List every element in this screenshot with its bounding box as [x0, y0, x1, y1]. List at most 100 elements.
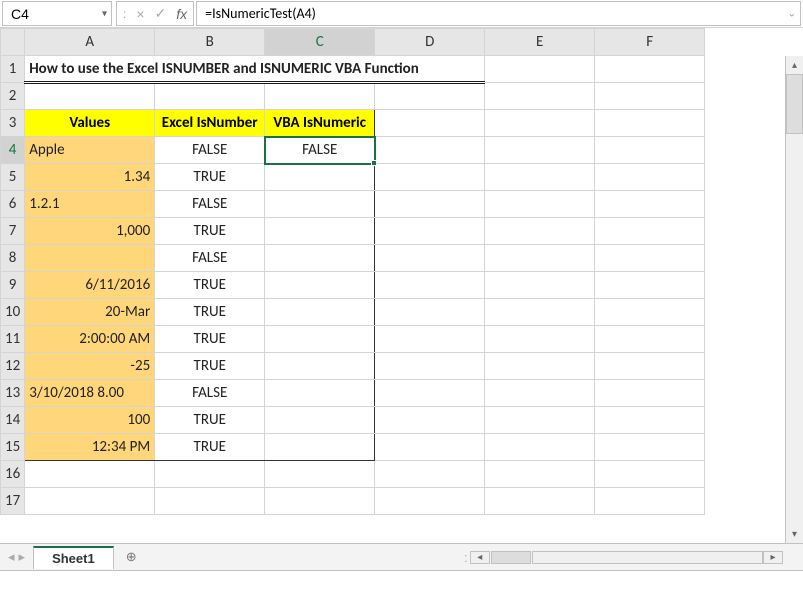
cell[interactable] [595, 299, 705, 326]
cell[interactable]: TRUE [155, 164, 265, 191]
expand-formula-icon[interactable]: ⌄ [788, 8, 796, 19]
row-header[interactable]: 5 [1, 164, 25, 191]
scroll-thumb[interactable] [491, 551, 531, 564]
cell[interactable] [265, 353, 375, 380]
cell[interactable]: TRUE [155, 299, 265, 326]
cell[interactable] [595, 164, 705, 191]
cell[interactable] [265, 434, 375, 461]
formula-bar[interactable]: ⌄ [196, 1, 801, 26]
cell[interactable] [25, 83, 155, 110]
cell[interactable] [485, 137, 595, 164]
cell[interactable] [595, 218, 705, 245]
cell[interactable] [155, 83, 265, 110]
cell[interactable] [265, 245, 375, 272]
horizontal-scrollbar[interactable]: ◂ ▸ [470, 551, 783, 564]
cell[interactable] [485, 164, 595, 191]
col-header-A[interactable]: A [25, 29, 155, 56]
scroll-down-icon[interactable]: ▾ [786, 525, 803, 543]
cell[interactable]: 12:34 PM [25, 434, 155, 461]
cell[interactable] [265, 164, 375, 191]
scroll-right-icon[interactable]: ▸ [763, 551, 783, 564]
header-isnumber[interactable]: Excel IsNumber [155, 110, 265, 137]
cell[interactable] [265, 218, 375, 245]
cell[interactable] [595, 137, 705, 164]
cell[interactable] [375, 110, 485, 137]
cell[interactable] [265, 299, 375, 326]
cell[interactable]: 100 [25, 407, 155, 434]
vertical-scrollbar[interactable]: ▴ ▾ [785, 56, 803, 543]
cell[interactable]: TRUE [155, 218, 265, 245]
cell[interactable]: TRUE [155, 353, 265, 380]
row-header[interactable]: 15 [1, 434, 25, 461]
cell[interactable] [485, 245, 595, 272]
row-header[interactable]: 9 [1, 272, 25, 299]
select-all-corner[interactable] [1, 29, 25, 56]
cell[interactable]: 2:00:00 AM [25, 326, 155, 353]
cell[interactable] [375, 245, 485, 272]
tab-nav-prev[interactable]: ◂▸ [0, 549, 33, 565]
row-header[interactable]: 14 [1, 407, 25, 434]
spreadsheet-grid[interactable]: A B C D E F 1 How to use the Excel ISNUM… [0, 28, 803, 543]
cell[interactable]: 3/10/2018 8.00 [25, 380, 155, 407]
cell[interactable] [375, 326, 485, 353]
cell[interactable] [25, 245, 155, 272]
col-header-E[interactable]: E [485, 29, 595, 56]
scroll-thumb[interactable] [786, 74, 803, 134]
cell[interactable]: TRUE [155, 407, 265, 434]
row-header[interactable]: 7 [1, 218, 25, 245]
header-isnumeric[interactable]: VBA IsNumeric [265, 110, 375, 137]
col-header-D[interactable]: D [375, 29, 485, 56]
cell[interactable]: 20-Mar [25, 299, 155, 326]
cell-C4-selected[interactable]: FALSE [265, 137, 375, 164]
row-header[interactable]: 4 [1, 137, 25, 164]
row-header[interactable]: 1 [1, 56, 25, 83]
cell[interactable] [155, 488, 265, 515]
cell[interactable] [375, 191, 485, 218]
row-header[interactable]: 10 [1, 299, 25, 326]
chevron-down-icon[interactable]: ▾ [102, 8, 107, 19]
cell[interactable] [265, 407, 375, 434]
header-values[interactable]: Values [25, 110, 155, 137]
cell[interactable] [595, 353, 705, 380]
cell[interactable] [595, 245, 705, 272]
col-header-C[interactable]: C [265, 29, 375, 56]
formula-input[interactable] [205, 5, 792, 22]
cell[interactable]: -25 [25, 353, 155, 380]
cell[interactable] [265, 83, 375, 110]
row-header[interactable]: 11 [1, 326, 25, 353]
cell[interactable]: TRUE [155, 434, 265, 461]
cell[interactable] [595, 56, 705, 83]
cell[interactable] [595, 326, 705, 353]
cell[interactable] [375, 380, 485, 407]
cell[interactable] [595, 380, 705, 407]
scroll-up-icon[interactable]: ▴ [786, 56, 803, 74]
cell[interactable] [25, 488, 155, 515]
cell[interactable] [595, 83, 705, 110]
row-header[interactable]: 17 [1, 488, 25, 515]
cell[interactable] [265, 488, 375, 515]
cell[interactable]: 1.34 [25, 164, 155, 191]
cell[interactable] [265, 461, 375, 488]
cell[interactable] [375, 272, 485, 299]
cell[interactable] [485, 380, 595, 407]
row-header[interactable]: 13 [1, 380, 25, 407]
title-cell[interactable]: How to use the Excel ISNUMBER and ISNUME… [25, 56, 485, 83]
cell[interactable] [485, 56, 595, 83]
cell[interactable] [375, 137, 485, 164]
cell[interactable] [265, 380, 375, 407]
cell[interactable] [375, 299, 485, 326]
cell[interactable] [375, 434, 485, 461]
cell[interactable]: TRUE [155, 326, 265, 353]
cell[interactable]: 1.2.1 [25, 191, 155, 218]
cell[interactable] [485, 434, 595, 461]
cell[interactable] [485, 272, 595, 299]
row-header[interactable]: 6 [1, 191, 25, 218]
cell[interactable] [375, 407, 485, 434]
cell[interactable] [375, 164, 485, 191]
cell[interactable] [595, 272, 705, 299]
cell[interactable] [485, 407, 595, 434]
row-header[interactable]: 2 [1, 83, 25, 110]
cell-B4[interactable]: FALSE [155, 137, 265, 164]
cell-A4[interactable]: Apple [25, 137, 155, 164]
cell[interactable]: FALSE [155, 245, 265, 272]
